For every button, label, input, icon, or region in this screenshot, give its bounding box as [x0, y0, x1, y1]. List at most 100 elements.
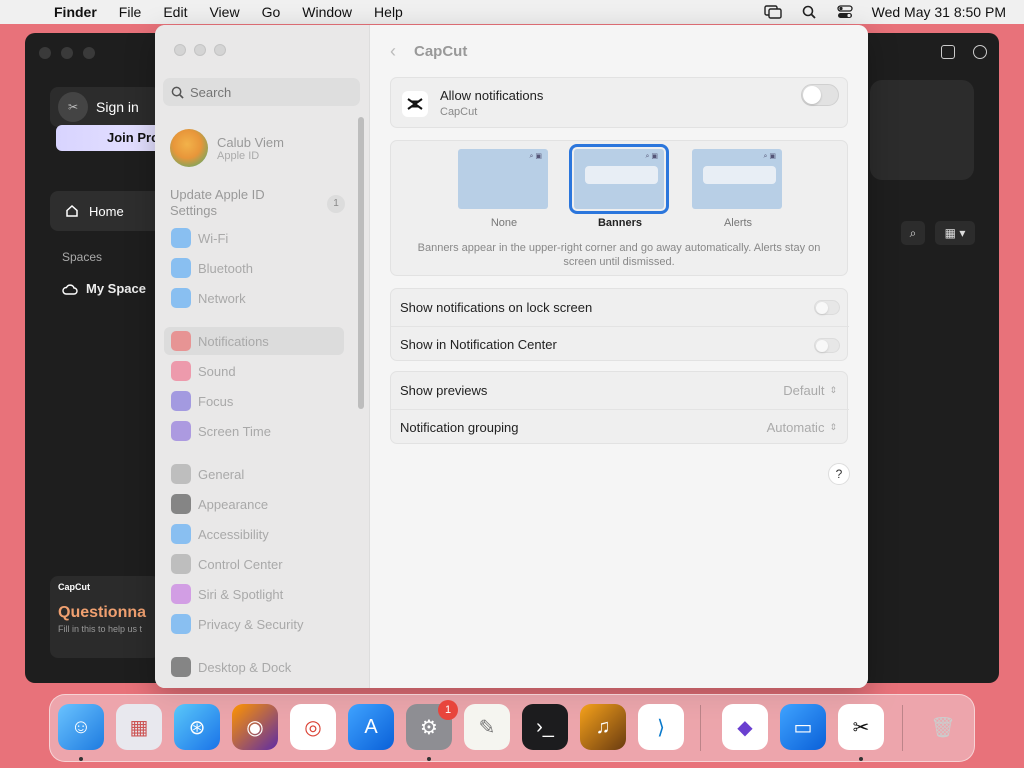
dock-terminal-icon[interactable]: ›_ — [522, 704, 568, 750]
dock-finder-icon[interactable]: ☺ — [58, 704, 104, 750]
menu-app-name[interactable]: Finder — [54, 4, 97, 20]
sidebar-scrollbar[interactable] — [358, 117, 364, 409]
sidebar-search[interactable] — [163, 78, 360, 106]
grouping-select[interactable]: Automatic ⇕ — [767, 420, 837, 435]
capcut-avatar-icon: ✂ — [58, 92, 88, 122]
capcut-window-controls — [39, 47, 95, 59]
sidebar-item-sound[interactable]: Sound — [164, 357, 344, 385]
dock-keynote-icon[interactable]: ▭ — [780, 704, 826, 750]
show-previews-label: Show previews — [400, 382, 488, 398]
style-option-none[interactable]: ⌕ ▣ None — [458, 149, 550, 229]
capcut-promo-sub: Fill in this to help us t — [58, 624, 143, 634]
sidebar-item-accessibility[interactable]: Accessibility — [164, 520, 344, 548]
update-apple-id-item[interactable]: Update Apple ID Settings 1 — [170, 187, 345, 219]
capcut-my-space-label: My Space — [86, 281, 146, 296]
feedback-icon[interactable] — [941, 45, 955, 59]
capcut-join-pro-button[interactable]: Join Pro — [56, 125, 166, 151]
update-apple-id-label: Update Apple ID Settings — [170, 187, 265, 218]
dock-chrome-icon[interactable]: ◎ — [290, 704, 336, 750]
minimize-button[interactable] — [194, 44, 206, 56]
dock-capcut-icon[interactable]: ✂ — [838, 704, 884, 750]
menu-go[interactable]: Go — [262, 4, 281, 20]
capcut-sign-in-button[interactable]: ✂ Sign in — [50, 87, 160, 127]
show-previews-select[interactable]: Default ⇕ — [783, 383, 837, 398]
dock-app-store-icon[interactable]: A — [348, 704, 394, 750]
sidebar-item-general[interactable]: General — [164, 460, 344, 488]
dock-garageband-icon[interactable]: ♫ — [580, 704, 626, 750]
sidebar-item-label: Siri & Spotlight — [198, 586, 284, 602]
bluetooth-icon — [171, 258, 191, 278]
sidebar-item-label: Desktop & Dock — [198, 659, 292, 675]
style-label-none: None — [490, 217, 518, 229]
back-chevron-icon[interactable]: ‹ — [390, 41, 396, 62]
zoom-button[interactable] — [214, 44, 226, 56]
menu-clock[interactable]: Wed May 31 8:50 PM — [872, 4, 1006, 20]
style-option-alerts[interactable]: ⌕ ▣ Alerts — [692, 149, 784, 229]
dock-vs-code-icon[interactable]: ⟩ — [638, 704, 684, 750]
system-settings-window: Calub Viem Apple ID Update Apple ID Sett… — [155, 25, 868, 688]
apple-id-profile[interactable]: Calub Viem Apple ID — [170, 129, 284, 167]
detail-titlebar: ‹ CapCut — [390, 41, 467, 62]
grouping-row: Notification grouping Automatic ⇕ — [391, 409, 849, 445]
style-preview-banners: ⌕ ▣ — [569, 144, 669, 214]
sidebar-item-wi-fi[interactable]: Wi-Fi — [164, 224, 344, 252]
help-button[interactable]: ? — [828, 463, 850, 485]
control-center-icon[interactable] — [836, 5, 854, 19]
lock-screen-toggle[interactable] — [814, 300, 840, 315]
allow-notifications-toggle[interactable] — [801, 84, 839, 106]
allow-notifications-label: Allow notifications — [440, 88, 544, 103]
capcut-banner-card[interactable] — [870, 80, 974, 180]
sidebar-item-label: General — [198, 466, 245, 482]
menu-window[interactable]: Window — [302, 4, 352, 20]
menu-edit[interactable]: Edit — [163, 4, 187, 20]
sidebar-item-control-center[interactable]: Control Center — [164, 550, 344, 578]
settings-gear-icon[interactable] — [973, 45, 987, 59]
sidebar-item-privacy-security[interactable]: Privacy & Security — [164, 610, 344, 638]
spotlight-search-icon[interactable] — [800, 5, 818, 19]
gear-icon — [171, 464, 191, 484]
screen-mirroring-icon[interactable] — [763, 5, 782, 19]
sidebar-item-label: Notifications — [198, 333, 269, 349]
capcut-promo-card[interactable]: CapCut Questionna Fill in this to help u… — [50, 576, 160, 658]
capcut-search-icon[interactable]: ⌕ — [901, 221, 925, 245]
chevron-updown-icon: ⇕ — [829, 422, 837, 432]
capcut-view-toggle-icon[interactable]: ▦ ▾ — [935, 221, 975, 245]
globe-icon — [171, 288, 191, 308]
style-option-banners[interactable]: ⌕ ▣ Banners — [569, 144, 669, 229]
search-input[interactable] — [190, 84, 350, 100]
sidebar-item-bluetooth[interactable]: Bluetooth — [164, 254, 344, 282]
dock-trash-icon[interactable]: 🗑 — [920, 704, 966, 750]
dock-system-settings-icon[interactable]: ⚙ 1 — [406, 700, 458, 750]
user-name: Calub Viem — [217, 134, 284, 150]
menu-help[interactable]: Help — [374, 4, 403, 20]
sidebar-item-desktop-dock[interactable]: Desktop & Dock — [164, 653, 344, 681]
notification-center-toggle[interactable] — [814, 338, 840, 353]
dock-running-indicator — [859, 757, 863, 761]
sidebar-item-notifications[interactable]: Notifications — [164, 327, 344, 355]
capcut-promo-title: Questionna — [58, 604, 147, 621]
dock-visual-studio-icon[interactable]: ◆ — [722, 704, 768, 750]
accessibility-icon — [171, 524, 191, 544]
home-icon — [66, 204, 78, 217]
sidebar-item-network[interactable]: Network — [164, 284, 344, 312]
dock-textedit-icon[interactable]: ✎ — [464, 704, 510, 750]
capcut-home-nav[interactable]: Home — [50, 191, 170, 231]
close-button[interactable] — [174, 44, 186, 56]
sidebar-item-label: Screen Time — [198, 423, 271, 439]
hand-icon — [171, 614, 191, 634]
sidebar-item-siri-spotlight[interactable]: Siri & Spotlight — [164, 580, 344, 608]
notification-center-row: Show in Notification Center — [391, 326, 849, 362]
sidebar-item-screen-time[interactable]: Screen Time — [164, 417, 344, 445]
capcut-my-space-nav[interactable]: My Space — [62, 281, 146, 296]
menu-file[interactable]: File — [119, 4, 142, 20]
dock-safari-icon[interactable]: ⊛ — [174, 704, 220, 750]
alert-style-card: ⌕ ▣ None ⌕ ▣ Banners ⌕ ▣ Alerts Banners … — [390, 140, 848, 276]
avatar — [170, 129, 208, 167]
dock-firefox-icon[interactable]: ◉ — [232, 704, 278, 750]
appearance-icon — [171, 494, 191, 514]
menu-view[interactable]: View — [209, 4, 239, 20]
sidebar-item-focus[interactable]: Focus — [164, 387, 344, 415]
dock-launchpad-icon[interactable]: ▦ — [116, 704, 162, 750]
control-center-icon — [171, 554, 191, 574]
sidebar-item-appearance[interactable]: Appearance — [164, 490, 344, 518]
